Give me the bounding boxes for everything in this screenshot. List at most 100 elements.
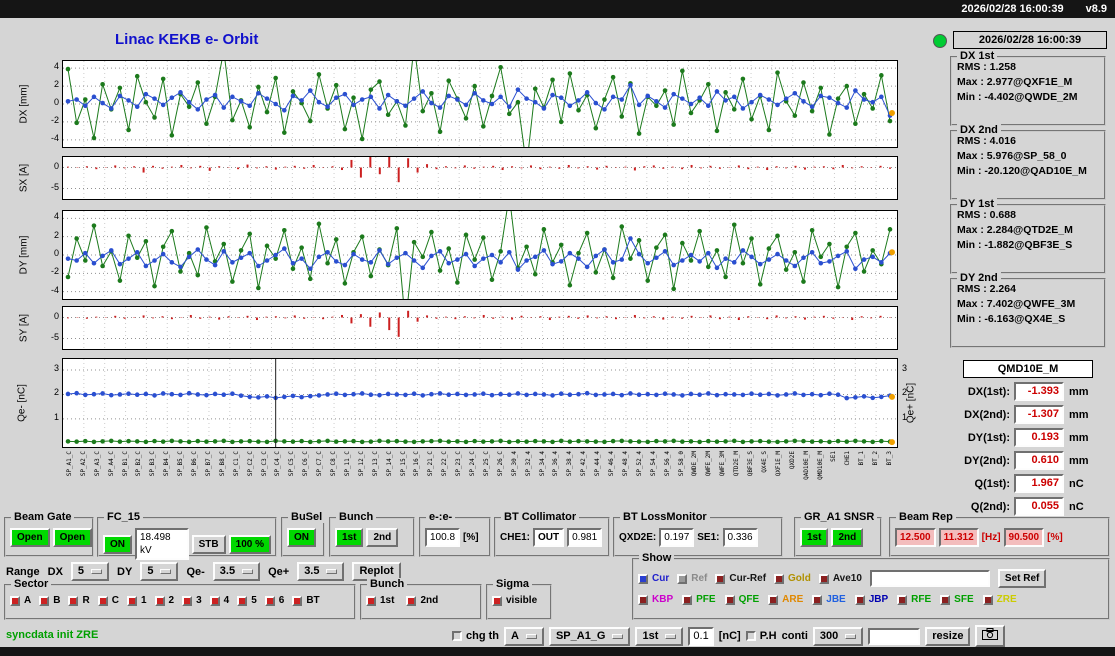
qmd-row: Q(2nd): 0.055 nC [950, 497, 1106, 516]
checkbox-show-zre[interactable]: ZRE [982, 594, 1017, 605]
checkbox-label: Cur-Ref [729, 573, 767, 584]
checkbox-label: JBE [826, 594, 846, 605]
beam-gate-open-2-button[interactable]: Open [52, 528, 93, 547]
busel-group: BuSel ON [281, 511, 326, 557]
bt-lossmonitor-group: BT LossMonitor QXD2E: 0.197 SE1: 0.336 [613, 511, 783, 557]
checkbox-show-gold[interactable]: Gold [774, 573, 811, 584]
busel-on-button[interactable]: ON [287, 528, 316, 547]
qmd-row-unit: mm [1069, 408, 1089, 421]
checkbox-sector-a[interactable]: A [10, 595, 31, 606]
checkbox-indicator [209, 595, 220, 606]
bunch-1st-button[interactable]: 1st [335, 528, 364, 547]
checkbox-show-rfe[interactable]: RFE [897, 594, 931, 605]
range-dy-value: 5 [147, 565, 154, 577]
x-axis-label: SP_24_C [469, 451, 477, 477]
checkbox-chg-th[interactable]: chg th [452, 630, 499, 642]
snsr-1st-button[interactable]: 1st [800, 528, 829, 547]
dx-axis-label: DX [mm] [18, 84, 30, 124]
checkbox-label: ARE [782, 594, 804, 605]
checkbox-sector-6[interactable]: 6 [264, 595, 284, 606]
stats-panel-dy-2nd: DY 2nd RMS : 2.264 Max : 7.402@QWFE_3M Min … [950, 272, 1106, 348]
gr-a1-snsr-title: GR_A1 SNSR [801, 511, 878, 523]
points-select[interactable]: 300 [812, 626, 864, 646]
checkbox-show-jbp[interactable]: JBP [854, 594, 888, 605]
set-ref-button[interactable]: Set Ref [997, 569, 1047, 588]
range-qe-plus-select[interactable]: 3.5 [297, 562, 345, 581]
checkbox-sector-b[interactable]: B [39, 595, 60, 606]
checkbox-show-ave10[interactable]: Ave10 [818, 573, 862, 584]
checkbox-show-cur-ref[interactable]: Cur-Ref [715, 573, 766, 584]
checkbox-label: Ref [691, 573, 708, 584]
checkbox-indicator [854, 594, 865, 605]
plot-sx[interactable] [62, 156, 898, 200]
checkbox-show-sfe[interactable]: SFE [940, 594, 974, 605]
checkbox-label: Ave10 [832, 573, 862, 584]
checkbox-indicator [237, 595, 248, 606]
qmd-row-unit: mm [1069, 385, 1089, 398]
range-dy-select[interactable]: 5 [140, 562, 179, 581]
x-axis-label: SP_B2_C [135, 451, 143, 477]
axis-tick-label: 1 [902, 411, 908, 422]
qmd-row: DY(2nd): 0.610 mm [950, 451, 1106, 470]
checkbox-label: 2 [168, 595, 175, 606]
plot-dx[interactable] [62, 60, 898, 148]
range-dx-select[interactable]: 5 [70, 562, 110, 581]
stats-line: Min : -20.120@QAD10E_M [957, 165, 1087, 177]
checkbox-sector-bt[interactable]: BT [292, 595, 320, 606]
checkbox-sector-r[interactable]: R [68, 595, 90, 606]
qmd-row-value: 0.055 [1014, 497, 1064, 516]
x-axis-label: SP_C1_C [232, 451, 240, 477]
snsr-2nd-button[interactable]: 2nd [831, 528, 864, 547]
device-value: A [511, 629, 519, 642]
module-select[interactable]: SP_A1_G [548, 626, 631, 646]
plot-sy[interactable] [62, 306, 898, 350]
checkbox-show-cur[interactable]: Cur [638, 573, 669, 584]
x-axis-label: SP_52_4 [635, 451, 643, 477]
checkbox-show-ref[interactable]: Ref [677, 573, 707, 584]
qe-minus-axis-label: Qe- [nC] [16, 384, 28, 422]
checkbox-sector-5[interactable]: 5 [237, 595, 257, 606]
checkbox-sector-c[interactable]: C [97, 595, 119, 606]
checkbox-label: 1 [140, 595, 147, 606]
axis-tick-label: 0 [53, 160, 59, 171]
bunch-select[interactable]: 1st [635, 626, 684, 646]
ref-entry-field[interactable] [869, 570, 990, 587]
checkbox-show-qfe[interactable]: QFE [724, 594, 759, 605]
bunch-2nd-button[interactable]: 2nd [366, 528, 399, 547]
beam-gate-open-1-button[interactable]: Open [10, 528, 50, 547]
plot-charge[interactable] [62, 358, 898, 448]
camera-button[interactable] [975, 625, 1006, 647]
checkbox-sector-1[interactable]: 1 [126, 595, 147, 606]
che1-state: OUT [533, 528, 565, 547]
beam-rep-value-1: 12.500 [895, 528, 936, 547]
checkbox-ph[interactable]: P.H [745, 630, 777, 642]
show-title: Show [639, 552, 675, 564]
checkbox-show-pfe[interactable]: PFE [682, 594, 716, 605]
fc15-stb-button[interactable]: STB [191, 534, 226, 554]
plot-dy[interactable] [62, 210, 898, 300]
x-axis-label: SP_26_C [496, 451, 504, 477]
axis-tick-label: 2 [53, 79, 59, 90]
x-axis-label: SE1 [830, 451, 838, 462]
axis-tick-label: 2 [902, 387, 908, 398]
stats-line: RMS : 4.016 [957, 135, 1016, 147]
checkbox-show-kbp[interactable]: KBP [638, 594, 673, 605]
device-select[interactable]: A [504, 626, 544, 646]
checkbox-sector-4[interactable]: 4 [209, 595, 229, 606]
stats-line: RMS : 0.688 [957, 209, 1016, 221]
checkbox-show-are[interactable]: ARE [768, 594, 803, 605]
checkbox-bunch-1st[interactable]: 1st [366, 595, 394, 606]
axis-tick-label: 3 [53, 363, 59, 373]
fc15-on-button[interactable]: ON [103, 534, 132, 554]
checkbox-show-jbe[interactable]: JBE [812, 594, 846, 605]
status-entry-field[interactable] [868, 627, 921, 645]
checkbox-bunch-2nd[interactable]: 2nd [406, 595, 438, 606]
threshold-field[interactable]: 0.1 [688, 626, 714, 646]
resize-button[interactable]: resize [925, 626, 971, 646]
checkbox-sigma-visible[interactable]: visible [492, 595, 537, 606]
checkbox-sector-3[interactable]: 3 [182, 595, 202, 606]
checkbox-label: 5 [251, 595, 257, 606]
range-qe-minus-select[interactable]: 3.5 [212, 562, 261, 581]
checkbox-sector-2[interactable]: 2 [154, 595, 175, 606]
dy-tick-gutter: 4 2 0 -2 -4 [34, 210, 60, 300]
